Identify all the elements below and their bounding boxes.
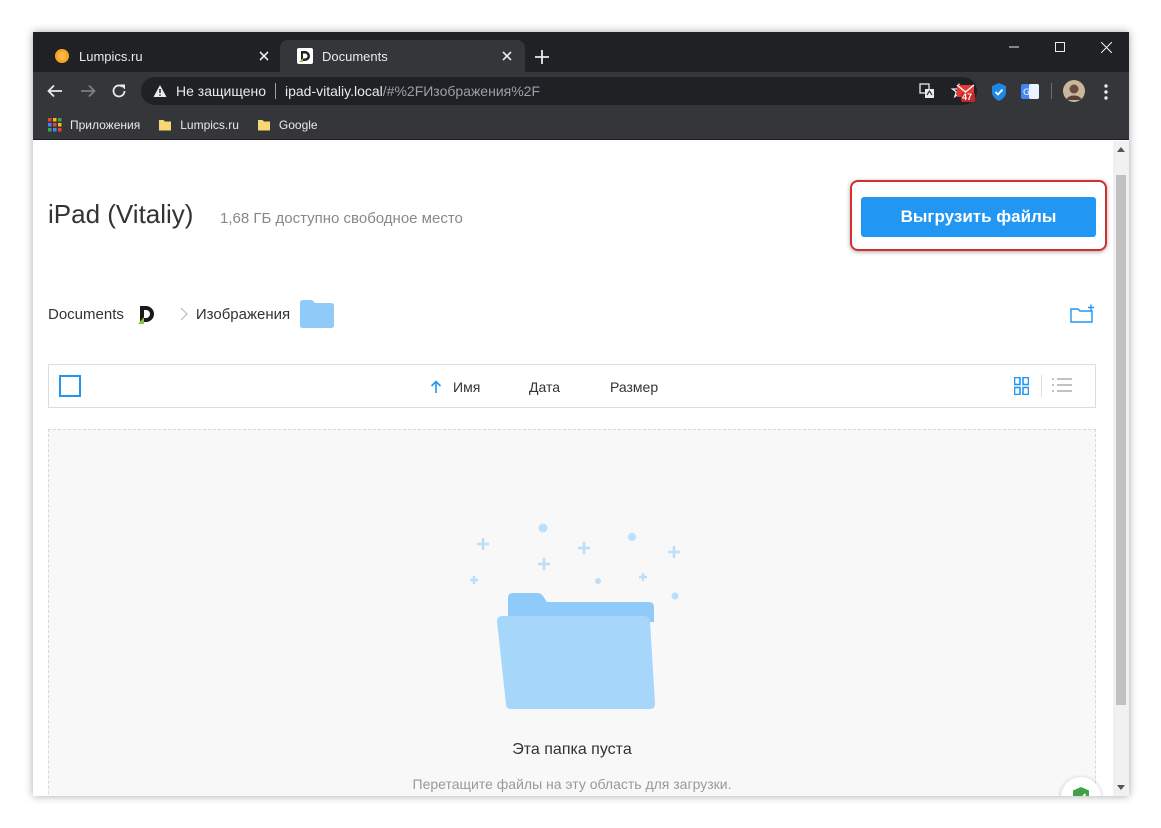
close-window-button[interactable] (1083, 32, 1129, 62)
grid-view-icon[interactable] (1014, 377, 1029, 395)
browser-toolbar: Не защищено ipad-vitaliy.local/#%2FИзобр… (33, 72, 1129, 110)
tab-documents[interactable]: Documents (280, 40, 525, 72)
close-tab-icon[interactable] (256, 48, 272, 64)
tab-title: Documents (322, 48, 388, 64)
profile-avatar[interactable] (1063, 80, 1085, 102)
maximize-button[interactable] (1037, 32, 1083, 62)
warning-icon (153, 85, 167, 97)
window-controls (991, 32, 1129, 62)
column-size[interactable]: Размер (610, 379, 658, 395)
empty-folder-illustration (470, 523, 680, 709)
back-icon[interactable] (46, 82, 64, 100)
view-divider (1041, 375, 1042, 397)
empty-state-hint: Перетащите файлы на эту область для загр… (412, 776, 732, 792)
new-tab-icon[interactable] (533, 48, 551, 66)
bookmark-google[interactable]: Google (257, 118, 318, 132)
close-tab-icon[interactable] (499, 48, 515, 64)
forward-icon[interactable] (79, 82, 97, 100)
address-path: /#%2FИзображения%2F (382, 83, 541, 99)
bookmark-label: Google (278, 117, 318, 132)
toolbar-divider (1051, 83, 1052, 99)
security-label: Не защищено (176, 83, 266, 99)
new-folder-icon[interactable] (1070, 304, 1096, 324)
column-date[interactable]: Дата (529, 379, 560, 395)
maximize-icon (1055, 42, 1065, 52)
minimize-button[interactable] (991, 32, 1037, 62)
shield-check-icon (1073, 787, 1089, 796)
address-host: ipad-vitaliy.local (285, 83, 383, 99)
breadcrumb-root[interactable]: Documents (48, 306, 124, 323)
address-bar[interactable]: Не защищено ipad-vitaliy.local/#%2FИзобр… (141, 77, 977, 105)
folder-icon (300, 300, 335, 328)
apps-grid-icon (48, 117, 62, 131)
sort-ascending-icon (430, 380, 442, 393)
drop-zone[interactable]: Эта папка пуста Перетащите файлы на эту … (48, 429, 1096, 796)
svg-text:G: G (1023, 88, 1030, 98)
empty-state-title: Эта папка пуста (512, 741, 632, 758)
scroll-up-icon[interactable] (1117, 146, 1125, 152)
upload-files-button[interactable]: Выгрузить файлы (861, 197, 1096, 237)
scroll-down-icon[interactable] (1117, 785, 1125, 791)
web-page: iPad (Vitaliy) 1,68 ГБ доступно свободно… (33, 141, 1129, 796)
device-title: iPad (Vitaliy) (48, 199, 194, 229)
bookmark-label: Приложения (70, 117, 141, 132)
address-separator (275, 83, 276, 99)
bookmarks-bar: Приложения Lumpics.ru Google (33, 110, 1129, 140)
free-space-label: 1,68 ГБ доступно свободное место (220, 210, 463, 227)
bookmark-lumpics[interactable]: Lumpics.ru (158, 118, 239, 132)
documents-logo-icon (135, 303, 158, 325)
scrollbar-thumb[interactable] (1116, 175, 1126, 705)
select-all-checkbox[interactable] (59, 375, 81, 397)
lumpics-favicon-icon (55, 49, 69, 63)
vertical-scrollbar[interactable] (1113, 141, 1129, 796)
translate-icon[interactable] (919, 83, 935, 99)
list-view-icon[interactable] (1052, 377, 1072, 393)
tab-title: Lumpics.ru (79, 48, 143, 64)
close-window-icon (1100, 41, 1112, 53)
column-name[interactable]: Имя (453, 379, 480, 395)
folder-icon (257, 119, 270, 130)
translate-extension-icon[interactable]: G (1020, 82, 1040, 102)
documents-favicon-icon (297, 48, 313, 64)
mail-badge: 47 (962, 92, 973, 102)
shield-extension-icon[interactable] (989, 82, 1009, 102)
folder-icon (159, 119, 172, 130)
breadcrumb: Documents Изображения (48, 294, 335, 334)
chevron-right-icon (180, 307, 188, 321)
bookmark-label: Lumpics.ru (180, 117, 239, 132)
bookmark-apps[interactable]: Приложения (48, 117, 141, 132)
list-header: Имя Дата Размер (48, 364, 1096, 408)
breadcrumb-current[interactable]: Изображения (196, 306, 290, 323)
reload-icon[interactable] (110, 82, 128, 100)
browser-menu-icon[interactable] (1098, 82, 1114, 102)
minimize-icon (1009, 46, 1019, 48)
tab-strip: Lumpics.ru Documents (33, 32, 1129, 72)
browser-window: Lumpics.ru Documents Не защищено ipad-vi… (33, 32, 1129, 796)
mail-extension-button[interactable]: 47 (956, 82, 976, 102)
tab-lumpics[interactable]: Lumpics.ru (37, 40, 282, 72)
